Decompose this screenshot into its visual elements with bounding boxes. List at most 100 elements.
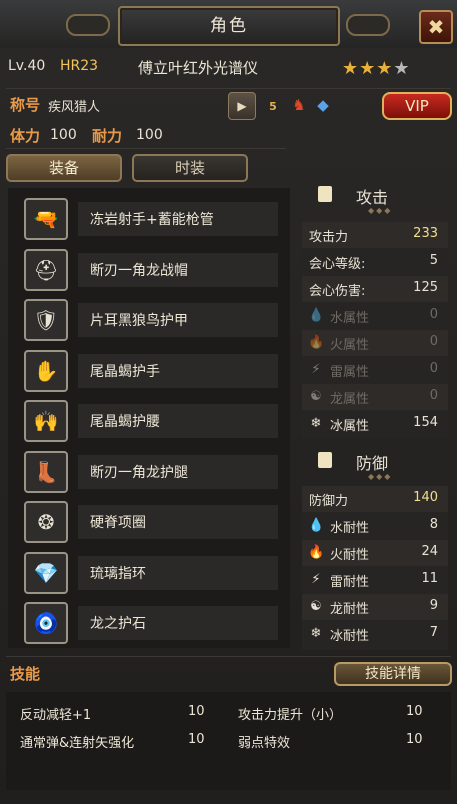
title-frame: 角色 [118, 6, 340, 46]
stat-name: 火耐性 [330, 548, 370, 563]
stat-row: 防御力 140 [302, 486, 448, 512]
stat-name: 火属性 [330, 338, 370, 353]
stat-name: 水耐性 [330, 521, 370, 536]
equipment-name-bar[interactable]: 尾晶蝎护腰 [78, 404, 278, 438]
star-empty-icon: ★ [393, 58, 411, 79]
equipment-name: 尾晶蝎护腰 [90, 414, 160, 430]
stat-row: ❄ 冰属性 154 [302, 411, 448, 437]
equipment-name-bar[interactable]: 琉璃指环 [78, 555, 278, 590]
skill-name: 反动减轻+1 [20, 708, 92, 723]
stat-value: 233 [413, 226, 438, 241]
equipment-name: 尾晶蝎护手 [90, 363, 160, 380]
vip-button[interactable]: VIP [382, 92, 452, 120]
defense-title: 防御 [356, 454, 389, 473]
player-hr: HR23 [60, 58, 99, 74]
equipment-slot[interactable]: 🛡 片耳黑狼鸟护甲 [24, 299, 278, 341]
stat-value: 140 [413, 490, 438, 505]
shield-scroll-icon [318, 452, 332, 468]
equipment-slot[interactable]: ⛑ 断刃一角龙战帽 [24, 248, 278, 291]
title-ornament-right [346, 14, 390, 36]
player-name: 傅立叶红外光谱仪 [138, 59, 259, 77]
armor-icon[interactable]: 🛡 [24, 299, 68, 341]
gauntlet-icon[interactable]: ✋ [24, 349, 68, 392]
equipment-name-bar[interactable]: 冻岩射手+蓄能枪管 [78, 202, 278, 236]
stat-value: 9 [429, 598, 438, 613]
defense-header: 防御 ◆◆◆ [300, 446, 450, 481]
stat-row: 💧 水耐性 8 [302, 513, 448, 539]
attack-title: 攻击 [356, 188, 389, 207]
stat-row: 会心等级: 5 [302, 249, 448, 275]
equipment-name-bar[interactable]: 硬脊项圈 [78, 505, 278, 539]
equipment-slot[interactable]: 🧿 龙之护石 [24, 602, 278, 644]
equipment-name-bar[interactable]: 龙之护石 [78, 606, 278, 640]
divider [6, 88, 451, 89]
stat-row: ⚡ 雷属性 0 [302, 357, 448, 383]
equipment-list: 🔫 冻岩射手+蓄能枪管 ⛑ 断刃一角龙战帽 🛡 片耳黑狼鸟护甲 ✋ 尾晶蝎护手 🙌 尾晶蝎护腰 👢 断… [8, 188, 290, 648]
level-badge-icon[interactable]: 5 [262, 94, 284, 116]
skill-level: 10 [188, 704, 205, 719]
waist-icon[interactable]: 🙌 [24, 400, 68, 442]
title-value: 疾风猎人 [48, 100, 101, 115]
ornament-dots: ◆◆◆ [368, 206, 393, 215]
boots-icon[interactable]: 👢 [24, 450, 68, 493]
stat-name: 雷属性 [330, 365, 370, 380]
equipment-name: 片耳黑狼鸟护甲 [90, 313, 188, 329]
tab-equipment[interactable]: 装备 [6, 154, 122, 182]
stat-row: ❄ 冰耐性 7 [302, 621, 448, 647]
stat-name: 会心伤害: [309, 284, 366, 299]
equipment-slot[interactable]: 🔫 冻岩射手+蓄能枪管 [24, 198, 278, 240]
level-badge-text: 5 [269, 100, 277, 113]
ice-icon: ❄ [310, 626, 322, 641]
skills-label: 技能 [10, 665, 41, 683]
dragon-icon: ☯ [310, 599, 322, 614]
scroll-icon [318, 186, 332, 202]
fire-icon: 🔥 [308, 335, 325, 350]
equipment-slot[interactable]: 🙌 尾晶蝎护腰 [24, 400, 278, 442]
stat-value: 154 [413, 415, 438, 430]
stat-name: 龙属性 [330, 392, 370, 407]
equipment-name-bar[interactable]: 断刃一角龙战帽 [78, 252, 278, 287]
equipment-slot[interactable]: 💎 琉璃指环 [24, 551, 278, 594]
charm-icon[interactable]: 🧿 [24, 602, 68, 644]
skill-level: 10 [406, 732, 423, 747]
stat-row: 🔥 火属性 0 [302, 330, 448, 356]
stat-name: 雷耐性 [330, 575, 370, 590]
necklace-icon[interactable]: ❂ [24, 501, 68, 543]
skill-name: 通常弹&连射矢强化 [20, 736, 135, 751]
rooster-badge-icon[interactable]: ♞ [288, 94, 310, 116]
close-button[interactable]: ✖ [419, 10, 453, 44]
ornament-dots: ◆◆◆ [368, 472, 393, 481]
water-icon: 💧 [308, 308, 325, 323]
stat-value: 0 [429, 334, 438, 349]
stat-row: 会心伤害: 125 [302, 276, 448, 302]
stat-row: ☯ 龙耐性 9 [302, 594, 448, 620]
equipment-slot[interactable]: ❂ 硬脊项圈 [24, 501, 278, 543]
stat-row: 🔥 火耐性 24 [302, 540, 448, 566]
star-filled-icon: ★ [376, 58, 394, 79]
stat-name: 龙耐性 [330, 602, 370, 617]
stat-value: 8 [429, 517, 438, 532]
skill-level: 10 [406, 704, 423, 719]
skill-level: 10 [188, 732, 205, 747]
equipment-name-bar[interactable]: 片耳黑狼鸟护甲 [78, 303, 278, 337]
equipment-slot[interactable]: 👢 断刃一角龙护腿 [24, 450, 278, 493]
dragon-icon: ☯ [310, 389, 322, 404]
stat-value: 11 [421, 571, 438, 586]
skill-details-button[interactable]: 技能详情 [334, 662, 452, 686]
gun-icon[interactable]: 🔫 [24, 198, 68, 240]
play-button[interactable]: ▶ [228, 92, 256, 120]
equipment-name-bar[interactable]: 断刃一角龙护腿 [78, 454, 278, 489]
skills-list: 反动减轻+1 10 攻击力提升（小） 10 通常弹&连射矢强化 10 弱点特效 10 [6, 692, 451, 790]
tab-fashion[interactable]: 时装 [132, 154, 248, 182]
stat-row: 💧 水属性 0 [302, 303, 448, 329]
equipment-slot[interactable]: ✋ 尾晶蝎护手 [24, 349, 278, 392]
equipment-name-bar[interactable]: 尾晶蝎护手 [78, 353, 278, 388]
window-title: 角色 [210, 16, 248, 36]
diamond-badge-icon[interactable]: ◆ [312, 94, 334, 116]
stat-value: 7 [429, 625, 438, 640]
ring-icon[interactable]: 💎 [24, 551, 68, 594]
stat-value: 0 [429, 388, 438, 403]
helmet-icon[interactable]: ⛑ [24, 248, 68, 291]
water-icon: 💧 [308, 518, 325, 533]
equipment-name: 断刃一角龙护腿 [90, 464, 188, 481]
